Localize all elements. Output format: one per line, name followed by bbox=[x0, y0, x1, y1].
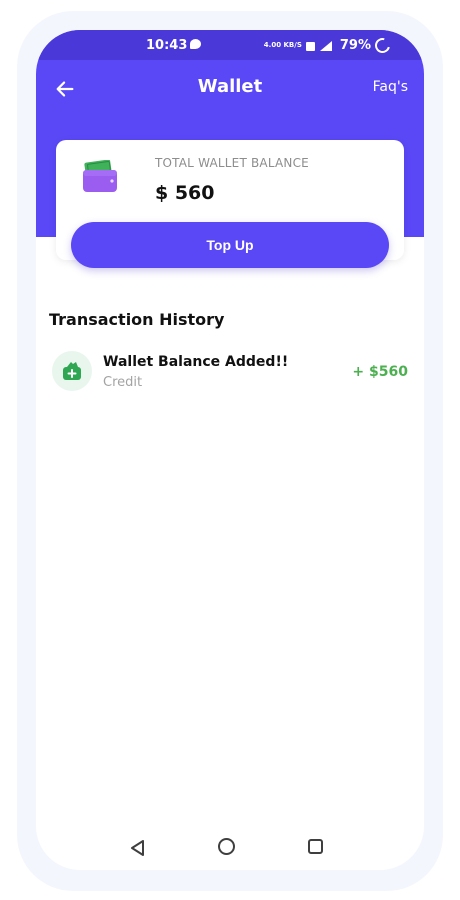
message-notification-icon bbox=[190, 39, 201, 49]
page-title: Wallet bbox=[197, 76, 263, 97]
transaction-type: Credit bbox=[103, 375, 143, 390]
faq-link[interactable]: Faq's bbox=[373, 79, 408, 95]
signal-icon bbox=[305, 40, 332, 51]
transaction-amount: + $560 bbox=[352, 364, 408, 380]
nav-recents-icon[interactable] bbox=[308, 839, 323, 854]
nav-home-icon[interactable] bbox=[218, 838, 235, 855]
status-indicators: 4.00 KB/S 79% bbox=[263, 35, 393, 56]
wallet-icon bbox=[83, 160, 117, 192]
transaction-row[interactable]: Wallet Balance Added!! Credit + $560 bbox=[50, 348, 410, 398]
wallet-add-icon bbox=[63, 362, 81, 380]
system-nav-bar bbox=[36, 826, 424, 870]
nav-back-icon[interactable] bbox=[130, 840, 146, 856]
status-bar: 10:43 4.00 KB/S 79% bbox=[36, 30, 424, 60]
net-speed: 4.00 KB/S bbox=[263, 41, 302, 49]
status-time: 10:43 bbox=[146, 38, 188, 53]
battery-percent: 79% bbox=[339, 38, 371, 53]
transaction-title: Wallet Balance Added!! bbox=[103, 354, 289, 370]
balance-amount: $ 560 bbox=[155, 182, 215, 204]
transaction-icon-badge bbox=[52, 351, 92, 391]
battery-icon bbox=[372, 35, 393, 56]
transaction-history-title: Transaction History bbox=[49, 310, 225, 329]
app-bar: Wallet Faq's bbox=[36, 60, 424, 116]
top-up-button[interactable]: Top Up bbox=[71, 222, 389, 268]
balance-label: TOTAL WALLET BALANCE bbox=[155, 156, 309, 170]
phone-screen: 10:43 4.00 KB/S 79% Wallet Faq's TOTAL W… bbox=[36, 30, 424, 870]
